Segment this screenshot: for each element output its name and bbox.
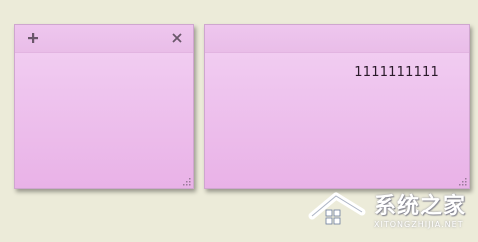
watermark-subtitle: XITONGZHIJIA.NET	[374, 220, 464, 229]
delete-note-button[interactable]	[169, 30, 185, 46]
resize-grip-icon[interactable]	[183, 178, 191, 186]
watermark-title: 系统之家	[374, 194, 467, 219]
close-icon	[172, 33, 182, 43]
add-note-button[interactable]	[25, 30, 41, 46]
sticky-note-2[interactable]: 1111111111	[204, 24, 470, 189]
note-header[interactable]	[205, 25, 469, 53]
note-header[interactable]	[15, 25, 193, 53]
plus-icon	[28, 33, 38, 43]
watermark: 系统之家 XITONGZHIJIA.NET	[300, 182, 474, 238]
note-text-area[interactable]: 1111111111	[354, 65, 439, 80]
sticky-note-1[interactable]	[14, 24, 194, 189]
house-logo-icon	[308, 192, 366, 225]
